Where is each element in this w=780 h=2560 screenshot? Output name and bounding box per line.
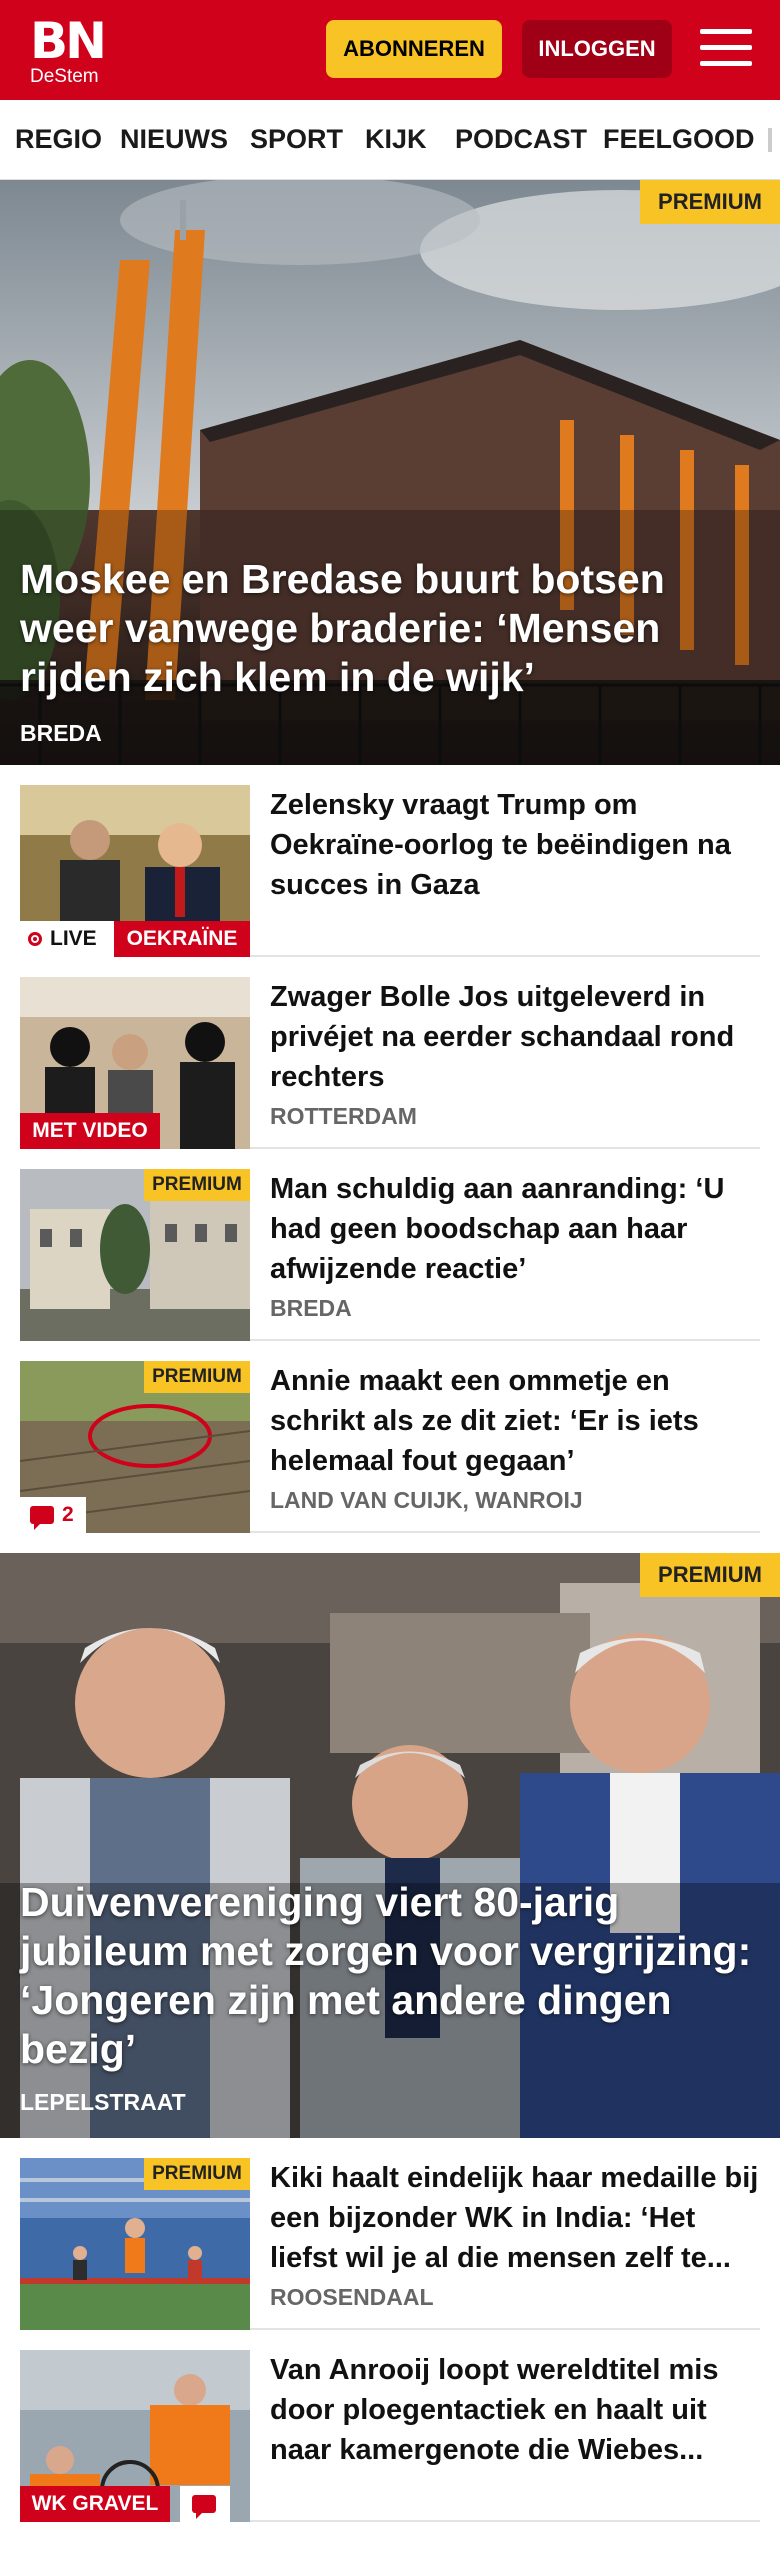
article-title[interactable]: Zwager Bolle Jos uitgeleverd in privéjet… <box>270 977 760 1097</box>
nav-item-regio[interactable]: REGIO <box>15 100 102 178</box>
nav-item-sport[interactable]: SPORT <box>250 100 343 178</box>
premium-badge: PREMIUM <box>640 1553 780 1597</box>
article-zelensky[interactable]: LIVE OEKRAÏNE Zelensky vraagt Trump om O… <box>20 785 760 957</box>
article-thumbnail: MET VIDEO <box>20 977 250 1149</box>
section-nav: REGIO NIEUWS SPORT KIJK PODCAST FEELGOOD <box>0 100 780 180</box>
video-tag[interactable]: MET VIDEO <box>20 1113 160 1149</box>
hamburger-menu-icon[interactable] <box>700 26 752 70</box>
category-tag[interactable]: OEKRAÏNE <box>114 921 250 957</box>
article-title[interactable]: Kiki haalt eindelijk haar medaille bij e… <box>270 2158 760 2278</box>
site-logo[interactable]: BN DeStem <box>30 12 120 87</box>
premium-badge: PREMIUM <box>144 1169 250 1201</box>
article-annie[interactable]: PREMIUM 2 Annie maakt een ommetje en sch… <box>20 1361 760 1533</box>
comment-icon <box>30 1506 54 1530</box>
article-location: LAND VAN CUIJK, WANROIJ <box>270 1487 583 1513</box>
premium-badge: PREMIUM <box>144 1361 250 1393</box>
article-location: BREDA <box>270 1295 352 1321</box>
logo-main: BN <box>30 12 107 70</box>
article-thumbnail: PREMIUM <box>20 2158 250 2330</box>
article-location: ROTTERDAM <box>270 1103 417 1129</box>
comment-icon <box>192 2495 216 2519</box>
logo-sub: DeStem <box>30 66 99 87</box>
article-thumbnail: PREMIUM 2 <box>20 1361 250 1533</box>
category-tag[interactable]: WK GRAVEL <box>20 2486 170 2522</box>
article-title[interactable]: Man schuldig aan aanranding: ‘U had geen… <box>270 1169 760 1289</box>
nav-item-feelgood[interactable]: FEELGOOD <box>603 100 755 178</box>
live-dot-icon <box>28 932 42 946</box>
nav-item-podcast[interactable]: PODCAST <box>455 100 587 178</box>
article-location: ROOSENDAAL <box>270 2284 434 2310</box>
comments-badge[interactable] <box>180 2486 230 2522</box>
comment-count: 2 <box>62 1503 74 1526</box>
article-van-anrooij[interactable]: WK GRAVEL Van Anrooij loopt wereldtitel … <box>20 2350 760 2522</box>
hero-article-moskee[interactable]: PREMIUM Moskee en Bredase buurt botsen w… <box>0 180 780 765</box>
nav-item-kijk[interactable]: KIJK <box>365 100 427 178</box>
site-header: BN DeStem ABONNEREN INLOGGEN <box>0 0 780 100</box>
hero-article-duivenvereniging[interactable]: PREMIUM Duivenvereniging viert 80-jarig … <box>0 1553 780 2138</box>
article-thumbnail: WK GRAVEL <box>20 2350 250 2522</box>
nav-item-nieuws[interactable]: NIEUWS <box>120 100 228 178</box>
hero-location: BREDA <box>20 720 102 746</box>
hero-title[interactable]: Duivenvereniging viert 80-jarig jubileum… <box>20 1878 760 2074</box>
live-badge: LIVE <box>20 921 114 957</box>
article-thumbnail: PREMIUM <box>20 1169 250 1341</box>
article-kiki[interactable]: PREMIUM Kiki haalt eindelijk haar medail… <box>20 2158 760 2330</box>
article-thumbnail: LIVE OEKRAÏNE <box>20 785 250 957</box>
hero-location: LEPELSTRAAT <box>20 2089 186 2115</box>
premium-badge: PREMIUM <box>640 180 780 224</box>
live-label: LIVE <box>50 927 97 950</box>
article-bolle-jos[interactable]: MET VIDEO Zwager Bolle Jos uitgeleverd i… <box>20 977 760 1149</box>
article-title[interactable]: Annie maakt een ommetje en schrikt als z… <box>270 1361 760 1481</box>
comments-badge[interactable]: 2 <box>20 1497 86 1533</box>
article-aanranding[interactable]: PREMIUM Man schuldig aan aanranding: ‘U … <box>20 1169 760 1341</box>
article-title[interactable]: Van Anrooij loopt wereldtitel mis door p… <box>270 2350 760 2470</box>
article-title[interactable]: Zelensky vraagt Trump om Oekraïne-oorlog… <box>270 785 760 905</box>
login-button[interactable]: INLOGGEN <box>522 20 672 78</box>
premium-badge: PREMIUM <box>144 2158 250 2190</box>
hero-title[interactable]: Moskee en Bredase buurt botsen weer vanw… <box>20 555 760 702</box>
subscribe-button[interactable]: ABONNEREN <box>326 20 502 78</box>
nav-overflow-indicator <box>768 128 772 152</box>
